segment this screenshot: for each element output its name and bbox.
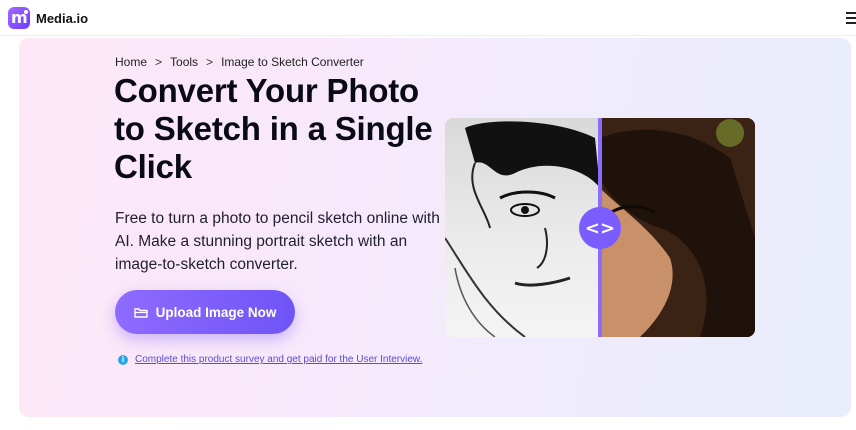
survey-link[interactable]: Complete this product survey and get pai… xyxy=(135,354,422,365)
brand-name: Media.io xyxy=(36,10,89,26)
brand-logo-link[interactable]: m Media.io xyxy=(8,7,88,29)
page-title: Convert Your Photo to Sketch in a Single… xyxy=(114,72,433,185)
hero-description: Free to turn a photo to pencil sketch on… xyxy=(115,210,440,273)
sketch-preview-image xyxy=(445,118,600,337)
breadcrumb-separator: > xyxy=(206,55,214,69)
breadcrumb-current: Image to Sketch Converter xyxy=(221,55,364,69)
upload-image-button[interactable]: Upload Image Now xyxy=(115,290,295,334)
hero-section: Home > Tools > Image to Sketch Converter… xyxy=(19,38,851,417)
before-after-comparison[interactable]: <> xyxy=(445,118,755,337)
breadcrumb-tools[interactable]: Tools xyxy=(170,55,198,69)
breadcrumb-separator: > xyxy=(155,55,163,69)
media-io-logo-icon: m xyxy=(8,7,30,29)
info-icon: i xyxy=(118,354,128,365)
breadcrumb: Home > Tools > Image to Sketch Converter xyxy=(115,55,364,69)
upload-button-label: Upload Image Now xyxy=(155,304,277,320)
folder-icon xyxy=(133,307,148,318)
sketch-portrait-drawing xyxy=(445,121,600,337)
original-photo-image xyxy=(600,118,755,337)
top-nav: m Media.io xyxy=(0,0,856,36)
survey-notice: i Complete this product survey and get p… xyxy=(118,354,422,365)
hamburger-menu-icon[interactable] xyxy=(846,12,856,24)
breadcrumb-home[interactable]: Home xyxy=(115,55,147,69)
comparison-slider-handle[interactable]: <> xyxy=(579,207,621,249)
photo-portrait-drawing xyxy=(600,118,755,337)
